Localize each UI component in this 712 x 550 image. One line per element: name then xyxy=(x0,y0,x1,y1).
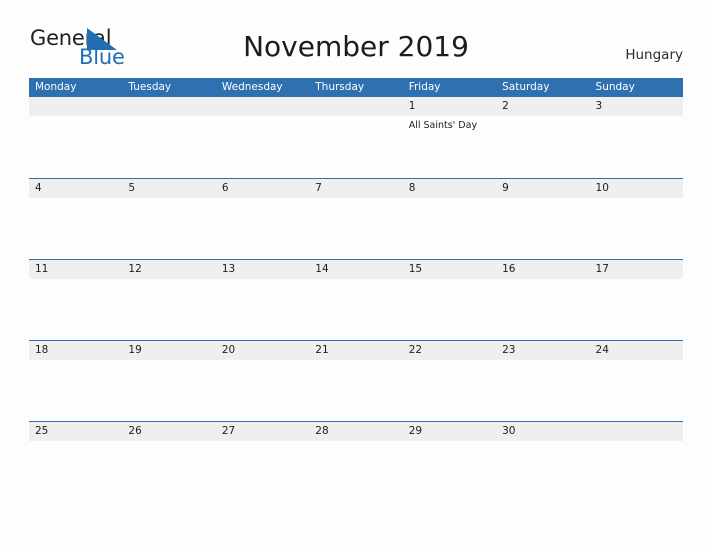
weekday-monday: Monday xyxy=(35,81,77,93)
day-cell[interactable]: 24 xyxy=(590,341,683,421)
day-cell[interactable]: 13 xyxy=(216,260,309,340)
day-number: 11 xyxy=(35,263,49,275)
day-cell[interactable]: 28 xyxy=(309,422,402,502)
day-number: 29 xyxy=(408,425,423,437)
day-cell[interactable] xyxy=(29,97,122,177)
day-cell[interactable]: 3 xyxy=(590,97,683,177)
day-cell[interactable]: 18 xyxy=(29,341,122,421)
day-cell[interactable]: 25 xyxy=(29,422,122,502)
day-cell[interactable]: 2 xyxy=(496,97,589,177)
weekday-thursday: Thursday xyxy=(315,81,365,93)
day-cell[interactable]: 19 xyxy=(122,341,215,421)
day-cell[interactable]: 5 xyxy=(122,179,215,259)
day-cell[interactable]: 23 xyxy=(496,341,589,421)
day-number: 23 xyxy=(502,344,516,356)
day-cell[interactable]: 21 xyxy=(309,341,402,421)
day-cell[interactable]: 27 xyxy=(216,422,309,502)
day-cell[interactable]: 1 All Saints' Day xyxy=(403,97,496,177)
day-number: 2 xyxy=(502,100,509,112)
weekday-sunday: Sunday xyxy=(595,81,635,93)
day-cell[interactable]: 15 xyxy=(403,260,496,340)
day-number: 4 xyxy=(35,182,42,194)
day-number: 15 xyxy=(408,263,423,275)
day-number: 9 xyxy=(502,182,509,194)
day-cell[interactable]: 10 xyxy=(590,179,683,259)
day-cell[interactable]: 16 xyxy=(496,260,589,340)
day-cell[interactable]: 20 xyxy=(216,341,309,421)
day-cell[interactable]: 7 xyxy=(309,179,402,259)
day-number: 13 xyxy=(221,263,236,275)
day-number: 8 xyxy=(408,182,416,194)
day-number: 20 xyxy=(221,344,236,356)
calendar-page: General Blue November 2019 Hungary Monda… xyxy=(0,0,712,550)
day-cell[interactable]: 9 xyxy=(496,179,589,259)
day-number: 7 xyxy=(315,182,322,194)
day-cell[interactable]: 12 xyxy=(122,260,215,340)
day-cell[interactable] xyxy=(216,97,309,177)
weekday-tuesday: Tuesday xyxy=(128,81,172,93)
day-cell[interactable]: 30 xyxy=(496,422,589,502)
day-number: 14 xyxy=(315,263,329,275)
holiday-label: All Saints' Day xyxy=(408,120,478,131)
day-number: 28 xyxy=(315,425,329,437)
day-number: 26 xyxy=(128,425,142,437)
calendar-grid: Monday Tuesday Wednesday Thursday Friday… xyxy=(29,78,683,502)
weekday-friday: Friday xyxy=(408,81,441,93)
weekday-saturday: Saturday xyxy=(502,81,550,93)
day-number: 22 xyxy=(408,344,423,356)
day-number: 5 xyxy=(128,182,136,194)
day-number: 10 xyxy=(595,182,609,194)
day-number: 24 xyxy=(595,344,609,356)
day-number: 17 xyxy=(595,263,609,275)
day-number: 6 xyxy=(221,182,229,194)
day-number: 12 xyxy=(128,263,142,275)
page-title: November 2019 xyxy=(243,30,469,63)
day-cell[interactable]: 22 xyxy=(403,341,496,421)
page-header: General Blue November 2019 Hungary xyxy=(0,0,712,78)
day-cell[interactable]: 26 xyxy=(122,422,215,502)
week-row: 18 19 20 21 22 23 24 xyxy=(29,340,683,421)
day-cell[interactable] xyxy=(122,97,215,177)
day-number: 30 xyxy=(502,425,516,437)
week-row: 4 5 6 7 8 9 10 xyxy=(29,178,683,259)
day-cell[interactable] xyxy=(590,422,683,502)
day-number: 19 xyxy=(128,344,142,356)
day-cell[interactable]: 14 xyxy=(309,260,402,340)
weekday-header-row: Monday Tuesday Wednesday Thursday Friday… xyxy=(29,78,683,97)
day-cell[interactable]: 4 xyxy=(29,179,122,259)
day-number: 27 xyxy=(221,425,236,437)
day-cell[interactable]: 29 xyxy=(403,422,496,502)
day-cell[interactable]: 8 xyxy=(403,179,496,259)
day-number: 16 xyxy=(502,263,516,275)
day-cell[interactable] xyxy=(309,97,402,177)
week-row: 11 12 13 14 15 16 17 xyxy=(29,259,683,340)
day-number: 18 xyxy=(35,344,49,356)
day-number: 1 xyxy=(408,100,416,112)
week-row: 1 All Saints' Day 2 3 xyxy=(29,97,683,178)
weekday-wednesday: Wednesday xyxy=(221,81,283,93)
day-cell[interactable]: 6 xyxy=(216,179,309,259)
day-cell[interactable]: 17 xyxy=(590,260,683,340)
day-number: 21 xyxy=(315,344,329,356)
day-number: 25 xyxy=(35,425,49,437)
day-cell[interactable]: 11 xyxy=(29,260,122,340)
day-number: 3 xyxy=(595,100,603,112)
country-label: Hungary xyxy=(625,47,683,63)
week-row: 25 26 27 28 29 30 xyxy=(29,421,683,502)
